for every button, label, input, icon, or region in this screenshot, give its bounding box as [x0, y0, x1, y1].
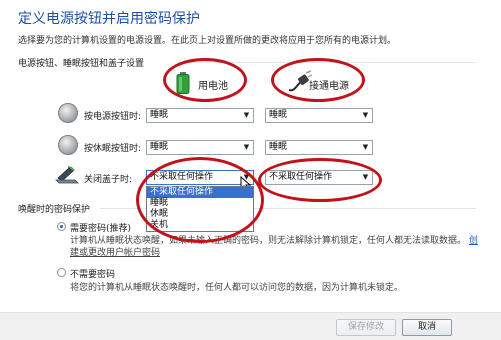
chevron-down-icon: ▼	[243, 111, 250, 119]
no-password-description: 将您的计算机从睡眠状态唤醒时，任何人都可以访问您的数据，因为计算机未锁定。	[70, 283, 404, 293]
page-subtitle: 选择要为您的计算机设置的电源设置。在此页上对设置所做的更改将应用于您所有的电源计…	[18, 36, 397, 46]
sleep-button-plugged-select[interactable]: 睡眠 ▼	[265, 140, 373, 155]
cancel-button[interactable]: 取消	[402, 319, 452, 336]
no-password-radio[interactable]	[57, 268, 66, 277]
section-heading-password: 唤醒时的密码保护	[18, 205, 91, 215]
sleep-button-battery-select[interactable]: 睡眠 ▼	[146, 140, 254, 155]
row-label-power-button: 按电源按钮时:	[84, 112, 142, 122]
require-password-radio[interactable]	[57, 222, 66, 231]
power-button-battery-select[interactable]: 睡眠 ▼	[146, 108, 254, 123]
save-button[interactable]: 保存修改	[336, 319, 396, 336]
power-button-plugged-select[interactable]: 睡眠 ▼	[265, 108, 373, 123]
chevron-down-icon: ▼	[362, 143, 369, 151]
select-value: 睡眠	[269, 110, 288, 120]
select-value: 睡眠	[150, 142, 169, 152]
page-title: 定义电源按钮并启用密码保护	[18, 11, 200, 27]
select-value: 睡眠	[269, 142, 288, 152]
create-password-link[interactable]: 创	[469, 236, 478, 246]
no-password-label[interactable]: 不需要密码	[70, 267, 115, 280]
chevron-down-icon: ▼	[243, 143, 250, 151]
change-password-link[interactable]: 建或更改用户帐户密码	[70, 245, 160, 258]
annotation-circle-dropdown	[136, 157, 264, 243]
annotation-circle-battery	[163, 58, 247, 102]
row-label-sleep-button: 按休眠按钮时:	[84, 144, 142, 154]
annotation-circle-plugged-lid	[258, 158, 382, 202]
sleep-button-icon	[58, 135, 78, 155]
row-label-close-lid: 关闭盖子时:	[84, 175, 133, 185]
section-heading-buttons: 电源按钮、睡眠按钮和盖子设置	[18, 59, 145, 69]
annotation-circle-plugged	[271, 58, 365, 102]
power-button-icon	[58, 103, 78, 123]
select-value: 睡眠	[150, 110, 169, 120]
chevron-down-icon: ▼	[362, 111, 369, 119]
laptop-lid-icon	[55, 165, 79, 185]
